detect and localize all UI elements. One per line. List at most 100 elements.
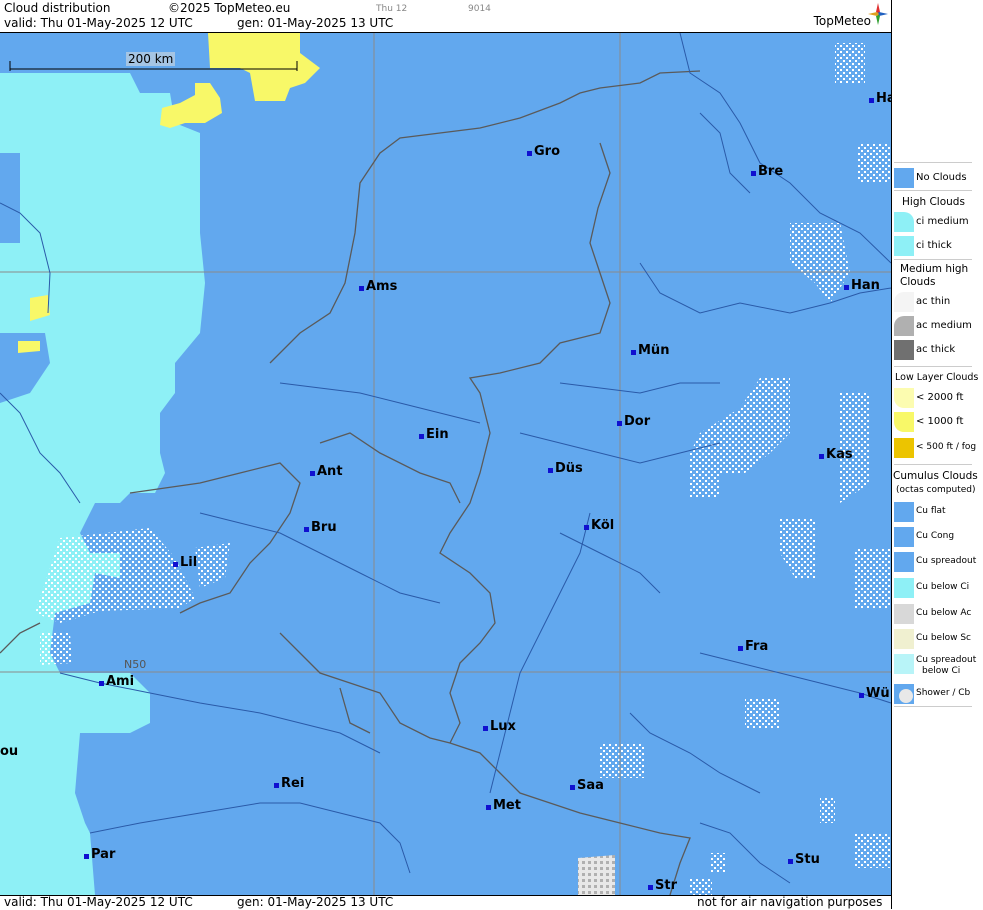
city-marker[interactable]: ou: [0, 744, 18, 759]
city-dot-icon: [844, 285, 849, 290]
legend-low-2000: < 2000 ft: [892, 386, 980, 408]
ci-thick-swatch-icon: [894, 236, 914, 256]
city-marker[interactable]: Köl: [584, 518, 614, 533]
city-marker[interactable]: Ha: [869, 91, 891, 106]
low-cloud-area: [208, 33, 320, 101]
city-marker[interactable]: Dor: [617, 414, 650, 429]
city-dot-icon: [274, 783, 279, 788]
cu-spread-below-ci-swatch-icon: [894, 654, 914, 674]
legend-mid-heading-1: Medium high: [900, 263, 969, 275]
cu-below-ci-swatch-icon: [894, 578, 914, 598]
cu-flat-swatch-icon: [894, 502, 914, 522]
city-marker[interactable]: Ami: [99, 674, 134, 689]
cu-cong-swatch-icon: [894, 527, 914, 547]
legend-low-heading: Low Layer Clouds: [895, 372, 979, 383]
cu-below-ac-swatch-icon: [894, 604, 914, 624]
city-marker[interactable]: Ein: [419, 427, 449, 442]
compass-logo-icon: [868, 3, 888, 25]
city-dot-icon: [788, 859, 793, 864]
legend-ci-thick: ci thick: [892, 234, 980, 256]
scale-bar-label: 200 km: [126, 52, 176, 66]
map-footer: valid: Thu 01-May-2025 12 UTC gen: 01-Ma…: [0, 895, 891, 910]
city-marker[interactable]: Mün: [631, 343, 669, 358]
disclaimer: not for air navigation purposes: [697, 895, 883, 909]
cu-spread-swatch-icon: [894, 552, 914, 572]
city-dot-icon: [419, 434, 424, 439]
low-1000-swatch-icon: [894, 412, 914, 432]
city-dot-icon: [819, 454, 824, 459]
legend-cu-heading-1: Cumulus Clouds: [893, 470, 978, 482]
legend-ac-thick: ac thick: [892, 338, 980, 360]
ac-medium-swatch-icon: [894, 316, 914, 336]
city-marker[interactable]: Rei: [274, 776, 304, 791]
legend-panel: No Clouds High Clouds ci medium ci thick…: [891, 0, 983, 909]
city-dot-icon: [570, 785, 575, 790]
legend-cu-below-ci: Cu below Ci: [892, 576, 980, 598]
city-dot-icon: [648, 885, 653, 890]
city-dot-icon: [631, 350, 636, 355]
legend-no-clouds: No Clouds: [892, 166, 980, 188]
code-label: 9014: [468, 4, 491, 14]
city-marker[interactable]: Gro: [527, 144, 560, 159]
ac-thin-swatch-icon: [894, 292, 914, 312]
city-dot-icon: [869, 98, 874, 103]
gen-time: gen: 01-May-2025 13 UTC: [237, 16, 394, 30]
ci-medium-swatch-icon: [894, 212, 914, 232]
legend-cu-cong: Cu Cong: [892, 525, 980, 547]
legend-cu-heading-2: (octas computed): [896, 485, 976, 495]
footer-valid-time: valid: Thu 01-May-2025 12 UTC: [4, 895, 193, 909]
city-dot-icon: [304, 527, 309, 532]
legend-cu-below-ac: Cu below Ac: [892, 602, 980, 624]
city-marker[interactable]: Saa: [570, 778, 604, 793]
city-marker[interactable]: Bre: [751, 164, 783, 179]
legend-cu-spread: Cu spreadout: [892, 550, 980, 572]
map-layers: [0, 33, 891, 895]
legend-cu-below-sc: Cu below Sc: [892, 627, 980, 649]
copyright: ©2025 TopMeteo.eu: [168, 1, 291, 15]
valid-time: valid: Thu 01-May-2025 12 UTC: [4, 16, 193, 30]
city-marker[interactable]: Wü: [859, 686, 890, 701]
legend-mid-heading-2: Clouds: [900, 276, 936, 288]
city-dot-icon: [173, 562, 178, 567]
city-marker[interactable]: Düs: [548, 461, 583, 476]
city-marker[interactable]: Lil: [173, 555, 197, 570]
city-dot-icon: [617, 421, 622, 426]
legend-high-heading: High Clouds: [902, 196, 965, 208]
city-dot-icon: [99, 681, 104, 686]
city-marker[interactable]: Par: [84, 847, 115, 862]
legend-cu-spread-below-ci: Cu spreadout below Ci: [892, 652, 980, 680]
latitude-label: N50: [124, 658, 147, 671]
city-marker[interactable]: Ams: [359, 279, 397, 294]
fog-swatch-icon: [894, 438, 914, 458]
city-dot-icon: [859, 693, 864, 698]
map-title: Cloud distribution: [4, 1, 111, 15]
ac-thick-swatch-icon: [894, 340, 914, 360]
city-marker[interactable]: Kas: [819, 447, 853, 462]
city-marker[interactable]: Lux: [483, 719, 516, 734]
cloud-map[interactable]: 200 km N50 Gro Bre Ha Ams Han Mün Ein Do…: [0, 33, 891, 895]
city-marker[interactable]: Han: [844, 278, 880, 293]
no-clouds-swatch-icon: [894, 168, 914, 188]
city-dot-icon: [584, 525, 589, 530]
city-marker[interactable]: Str: [648, 878, 677, 893]
city-marker[interactable]: Ant: [310, 464, 343, 479]
city-dot-icon: [84, 854, 89, 859]
city-marker[interactable]: Bru: [304, 520, 337, 535]
city-marker[interactable]: Met: [486, 798, 521, 813]
legend-ac-thin: ac thin: [892, 290, 980, 312]
ci-cloud-area: [0, 73, 205, 895]
footer-gen-time: gen: 01-May-2025 13 UTC: [237, 895, 394, 909]
city-dot-icon: [548, 468, 553, 473]
city-dot-icon: [486, 805, 491, 810]
city-marker[interactable]: Fra: [738, 639, 768, 654]
city-dot-icon: [483, 726, 488, 731]
shower-swatch-icon: [894, 684, 914, 704]
city-dot-icon: [751, 171, 756, 176]
cu-below-sc-swatch-icon: [894, 629, 914, 649]
legend-cu-flat: Cu flat: [892, 500, 980, 522]
cu-patch-lille: [35, 528, 195, 623]
cu-patch-dortmund: [690, 378, 790, 498]
city-marker[interactable]: Stu: [788, 852, 820, 867]
map-header: Cloud distribution ©2025 TopMeteo.eu Thu…: [0, 0, 891, 33]
legend-fog: < 500 ft / fog: [892, 436, 980, 458]
